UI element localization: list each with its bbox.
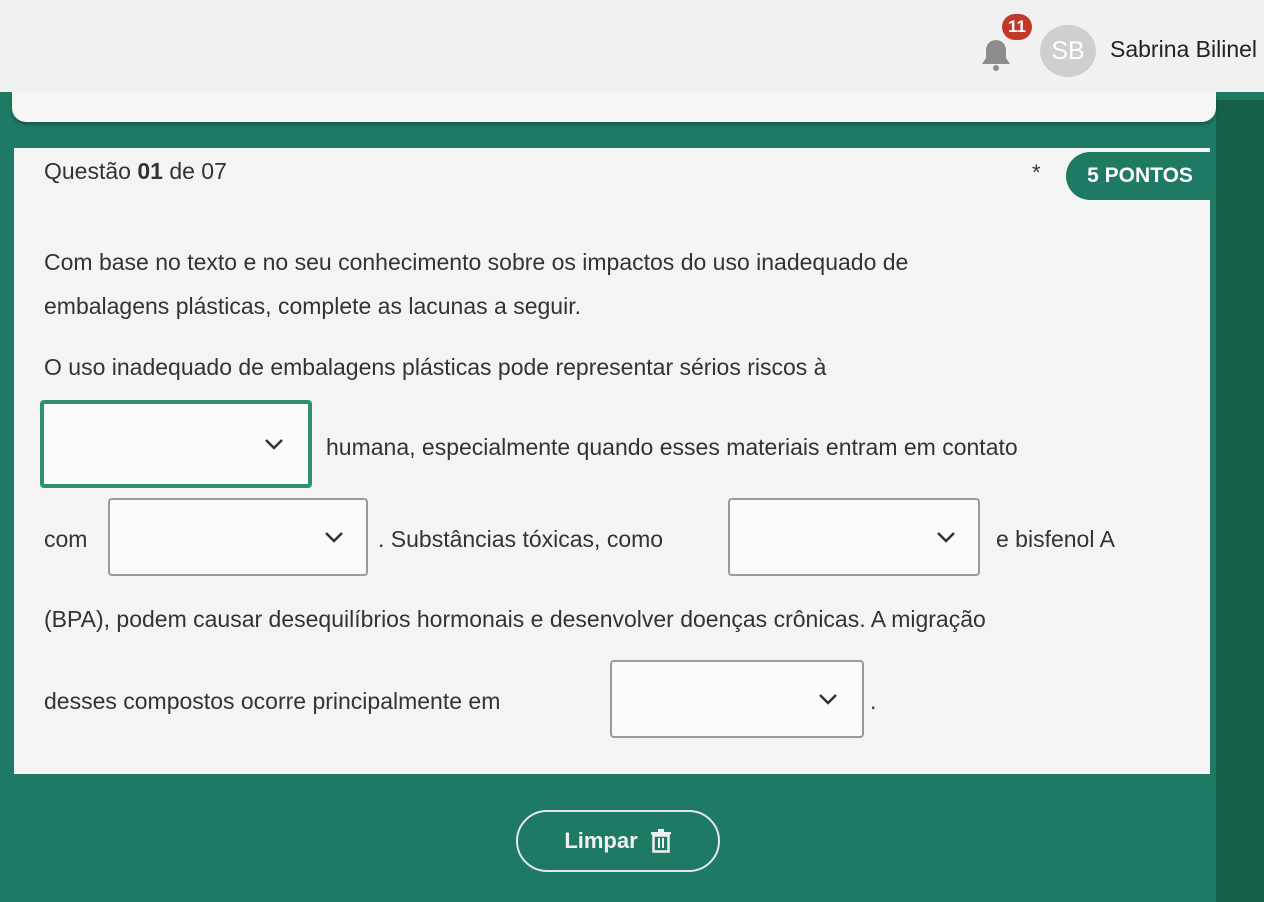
question-counter: Questão 01 de 07 — [44, 158, 227, 185]
blank-select-2[interactable] — [108, 498, 368, 576]
question-number: 01 — [137, 158, 163, 184]
paragraph-text-8: . — [870, 688, 877, 714]
bell-icon[interactable] — [976, 34, 1016, 74]
notification-badge: 11 — [1002, 14, 1032, 40]
page-side-strip — [1216, 100, 1264, 902]
chevron-down-icon — [819, 694, 837, 705]
header-underlay — [12, 92, 1216, 122]
question-card: Questão 01 de 07 * 5 PONTOS Com base no … — [14, 148, 1214, 774]
paragraph-text-6: (BPA), podem causar desequilíbrios hormo… — [44, 606, 986, 632]
question-statement: Com base no texto e no seu conhecimento … — [44, 240, 1144, 328]
paragraph-text-7: desses compostos ocorre principalmente e… — [44, 688, 501, 714]
blank-select-4[interactable] — [610, 660, 864, 738]
chevron-down-icon — [265, 439, 283, 450]
question-counter-suffix: de 07 — [162, 158, 227, 184]
clear-button-label: Limpar — [564, 828, 638, 853]
paragraph-text-2: humana, especialmente quando esses mater… — [326, 434, 1018, 460]
blank-select-1[interactable] — [40, 400, 312, 488]
statement-line-1: Com base no texto e no seu conhecimento … — [44, 249, 909, 275]
blank-select-3[interactable] — [728, 498, 980, 576]
paragraph-text-4: . Substâncias tóxicas, como — [378, 526, 664, 552]
top-header: 11 SB Sabrina Bilinel — [0, 0, 1264, 92]
chevron-down-icon — [325, 532, 343, 543]
user-name[interactable]: Sabrina Bilinel — [1110, 36, 1257, 63]
trash-icon — [650, 829, 671, 853]
avatar[interactable]: SB — [1040, 25, 1096, 77]
clear-button[interactable]: Limpar — [516, 810, 720, 872]
required-mark: * — [1032, 160, 1041, 185]
paragraph-text-3: com — [44, 526, 88, 552]
paragraph-text-1: O uso inadequado de embalagens plásticas… — [44, 354, 827, 380]
statement-line-2: embalagens plásticas, complete as lacuna… — [44, 293, 581, 319]
paragraph-text-5: e bisfenol A — [996, 526, 1115, 552]
question-counter-prefix: Questão — [44, 158, 138, 184]
points-badge: 5 PONTOS — [1066, 152, 1214, 200]
chevron-down-icon — [937, 532, 955, 543]
